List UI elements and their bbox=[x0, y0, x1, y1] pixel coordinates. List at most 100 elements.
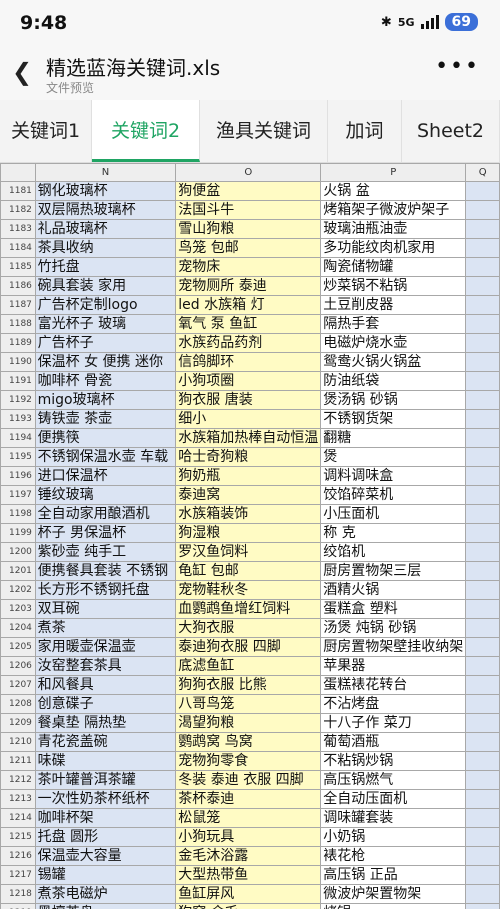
row-number[interactable]: 1191 bbox=[0, 371, 36, 391]
row-number[interactable]: 1197 bbox=[0, 485, 36, 505]
cell-q[interactable] bbox=[465, 675, 500, 695]
cell-q[interactable] bbox=[465, 200, 500, 220]
cell-o[interactable]: 狗窝 金毛 bbox=[175, 903, 322, 909]
cell-p[interactable]: 烤箱架子微波炉架子 bbox=[320, 200, 467, 220]
cell-o[interactable]: 法国斗牛 bbox=[175, 200, 322, 220]
cell-q[interactable] bbox=[465, 732, 500, 752]
cell-q[interactable] bbox=[465, 257, 500, 277]
cell-o[interactable]: 小狗项圈 bbox=[175, 371, 322, 391]
cell-o[interactable]: 泰迪窝 bbox=[175, 485, 322, 505]
cell-n[interactable]: 锤纹玻璃 bbox=[34, 485, 177, 505]
cell-p[interactable]: 电磁炉烧水壶 bbox=[320, 333, 467, 353]
cell-n[interactable]: 味碟 bbox=[34, 751, 177, 771]
cell-n[interactable]: 咖啡杯 骨瓷 bbox=[34, 371, 177, 391]
cell-q[interactable] bbox=[465, 656, 500, 676]
cell-q[interactable] bbox=[465, 314, 500, 334]
cell-p[interactable]: 多功能纹肉机家用 bbox=[320, 238, 467, 258]
tab-keywords-1[interactable]: 关键词1 bbox=[0, 100, 92, 162]
cell-n[interactable]: 不锈钢保温水壶 车载 bbox=[34, 447, 177, 467]
row-number[interactable]: 1190 bbox=[0, 352, 36, 372]
cell-q[interactable] bbox=[465, 599, 500, 619]
row-number[interactable]: 1194 bbox=[0, 428, 36, 448]
cell-q[interactable] bbox=[465, 504, 500, 524]
row-number[interactable]: 1195 bbox=[0, 447, 36, 467]
cell-o[interactable]: 氧气 泵 鱼缸 bbox=[175, 314, 322, 334]
tab-sheet2[interactable]: Sheet2 bbox=[402, 100, 500, 162]
cell-o[interactable]: 狗便盆 bbox=[175, 181, 322, 201]
cell-n[interactable]: 托盘 圆形 bbox=[34, 827, 177, 847]
cell-n[interactable]: 便携餐具套装 不锈钢 bbox=[34, 561, 177, 581]
cell-o[interactable]: 龟缸 包邮 bbox=[175, 561, 322, 581]
cell-n[interactable]: 广告杯定制logo bbox=[34, 295, 177, 315]
corner-cell[interactable] bbox=[0, 163, 36, 182]
row-number[interactable]: 1213 bbox=[0, 789, 36, 809]
cell-n[interactable]: 汝窑整套茶具 bbox=[34, 656, 177, 676]
cell-o[interactable]: 狗衣服 唐装 bbox=[175, 390, 322, 410]
cell-q[interactable] bbox=[465, 903, 500, 909]
cell-n[interactable]: 家用暖壶保温壶 bbox=[34, 637, 177, 657]
cell-n[interactable]: 紫砂壶 纯手工 bbox=[34, 542, 177, 562]
cell-p[interactable]: 防油纸袋 bbox=[320, 371, 467, 391]
row-number[interactable]: 1192 bbox=[0, 390, 36, 410]
cell-p[interactable]: 小奶锅 bbox=[320, 827, 467, 847]
cell-n[interactable]: 和风餐具 bbox=[34, 675, 177, 695]
cell-p[interactable]: 裱花枪 bbox=[320, 846, 467, 866]
cell-n[interactable]: 煮茶 bbox=[34, 618, 177, 638]
cell-n[interactable]: 进口保温杯 bbox=[34, 466, 177, 486]
cell-o[interactable]: 泰迪狗衣服 四脚 bbox=[175, 637, 322, 657]
cell-p[interactable]: 炒菜锅不粘锅 bbox=[320, 276, 467, 296]
cell-n[interactable]: 黑檀茶盘 bbox=[34, 903, 177, 909]
cell-q[interactable] bbox=[465, 618, 500, 638]
cell-q[interactable] bbox=[465, 447, 500, 467]
cell-n[interactable]: 保温壶大容量 bbox=[34, 846, 177, 866]
row-number[interactable]: 1185 bbox=[0, 257, 36, 277]
cell-o[interactable]: 狗狗衣服 比熊 bbox=[175, 675, 322, 695]
cell-o[interactable]: 宠物狗零食 bbox=[175, 751, 322, 771]
cell-o[interactable]: led 水族箱 灯 bbox=[175, 295, 322, 315]
cell-n[interactable]: 保温杯 女 便携 迷你 bbox=[34, 352, 177, 372]
cell-q[interactable] bbox=[465, 789, 500, 809]
cell-o[interactable]: 小狗玩具 bbox=[175, 827, 322, 847]
cell-p[interactable]: 不锈钢货架 bbox=[320, 409, 467, 429]
row-number[interactable]: 1206 bbox=[0, 656, 36, 676]
cell-o[interactable]: 八哥鸟笼 bbox=[175, 694, 322, 714]
cell-n[interactable]: 双层隔热玻璃杯 bbox=[34, 200, 177, 220]
row-number[interactable]: 1203 bbox=[0, 599, 36, 619]
cell-n[interactable]: 竹托盘 bbox=[34, 257, 177, 277]
cell-o[interactable]: 鸟笼 包邮 bbox=[175, 238, 322, 258]
cell-o[interactable]: 茶杯泰迪 bbox=[175, 789, 322, 809]
cell-n[interactable]: 广告杯子 bbox=[34, 333, 177, 353]
cell-q[interactable] bbox=[465, 542, 500, 562]
row-number[interactable]: 1187 bbox=[0, 295, 36, 315]
cell-q[interactable] bbox=[465, 371, 500, 391]
cell-n[interactable]: 咖啡杯架 bbox=[34, 808, 177, 828]
cell-n[interactable]: 一次性奶茶杯纸杯 bbox=[34, 789, 177, 809]
cell-q[interactable] bbox=[465, 333, 500, 353]
column-header-q[interactable]: Q bbox=[465, 163, 500, 182]
cell-n[interactable]: 锡罐 bbox=[34, 865, 177, 885]
row-number[interactable]: 1196 bbox=[0, 466, 36, 486]
cell-p[interactable]: 绞馅机 bbox=[320, 542, 467, 562]
cell-p[interactable]: 小压面机 bbox=[320, 504, 467, 524]
row-number[interactable]: 1182 bbox=[0, 200, 36, 220]
column-header-n[interactable]: N bbox=[34, 163, 177, 182]
cell-p[interactable]: 葡萄酒瓶 bbox=[320, 732, 467, 752]
cell-q[interactable] bbox=[465, 428, 500, 448]
cell-p[interactable]: 鸳鸯火锅火锅盆 bbox=[320, 352, 467, 372]
row-number[interactable]: 1184 bbox=[0, 238, 36, 258]
cell-o[interactable]: 鹦鹉窝 鸟窝 bbox=[175, 732, 322, 752]
row-number[interactable]: 1198 bbox=[0, 504, 36, 524]
cell-o[interactable]: 底滤鱼缸 bbox=[175, 656, 322, 676]
cell-o[interactable]: 水族箱加热棒自动恒温 bbox=[175, 428, 322, 448]
cell-p[interactable]: 称 克 bbox=[320, 523, 467, 543]
row-number[interactable]: 1186 bbox=[0, 276, 36, 296]
cell-n[interactable]: 茶叶罐普洱茶罐 bbox=[34, 770, 177, 790]
row-number[interactable]: 1193 bbox=[0, 409, 36, 429]
more-dots-icon[interactable]: ••• bbox=[435, 54, 480, 79]
cell-n[interactable]: 碗具套装 家用 bbox=[34, 276, 177, 296]
cell-n[interactable]: 双耳碗 bbox=[34, 599, 177, 619]
row-number[interactable]: 1189 bbox=[0, 333, 36, 353]
cell-o[interactable]: 渴望狗粮 bbox=[175, 713, 322, 733]
row-number[interactable]: 1212 bbox=[0, 770, 36, 790]
cell-p[interactable]: 蛋糕盒 塑料 bbox=[320, 599, 467, 619]
